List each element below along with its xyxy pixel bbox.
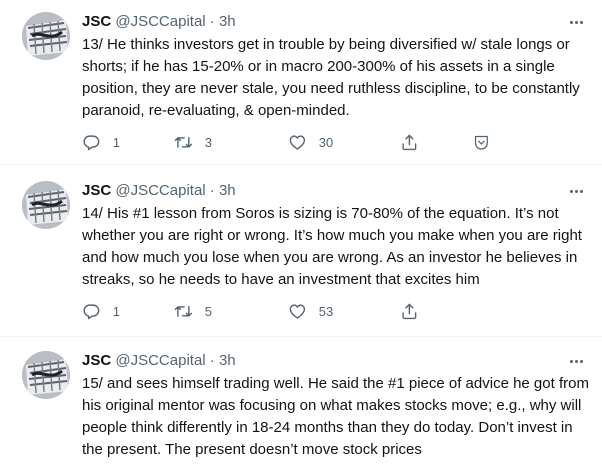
like-button[interactable]: 53 (288, 301, 333, 321)
timestamp[interactable]: 3h (219, 352, 236, 369)
share-button[interactable] (400, 132, 419, 152)
more-icon[interactable] (564, 181, 588, 201)
reply-button[interactable]: 1 (82, 132, 120, 152)
tweet-actions: 1 3 30 (82, 132, 502, 152)
like-icon (289, 304, 306, 319)
tweet-14[interactable]: JSC @JSCCapital · 3h 14/ His #1 lesson f… (0, 181, 602, 331)
reply-count: 1 (112, 134, 120, 150)
like-count: 53 (318, 303, 334, 319)
tweet-actions: 1 5 53 (82, 301, 502, 321)
share-icon (402, 134, 417, 150)
tweet-text: 13/ He thinks investors get in trouble b… (82, 36, 580, 119)
avatar[interactable] (22, 12, 70, 60)
like-icon (289, 135, 306, 150)
tweet-header: JSC @JSCCapital · 3h (82, 181, 562, 201)
retweet-icon (174, 136, 193, 148)
more-icon[interactable] (564, 12, 588, 32)
avatar[interactable] (22, 181, 70, 229)
avatar[interactable] (22, 351, 70, 399)
header-separator: · (209, 352, 215, 369)
tweet-header: JSC @JSCCapital · 3h (82, 351, 562, 371)
author-name[interactable]: JSC (82, 182, 111, 199)
timestamp[interactable]: 3h (219, 182, 236, 199)
timestamp[interactable]: 3h (219, 13, 236, 30)
share-button[interactable] (400, 301, 419, 321)
retweet-count: 3 (204, 134, 212, 150)
reply-icon (83, 135, 100, 150)
more-icon[interactable] (564, 351, 588, 371)
author-name[interactable]: JSC (82, 352, 111, 369)
tip-button[interactable] (472, 132, 491, 152)
tip-icon (474, 135, 488, 150)
author-handle[interactable]: @JSCCapital (115, 352, 205, 369)
tweet-text: 14/ His #1 lesson from Soros is sizing i… (82, 205, 582, 288)
retweet-button[interactable]: 5 (174, 301, 212, 321)
reply-button[interactable]: 1 (82, 301, 120, 321)
like-button[interactable]: 30 (288, 132, 333, 152)
reply-icon (83, 304, 100, 319)
retweet-icon (174, 305, 193, 317)
retweet-button[interactable]: 3 (174, 132, 212, 152)
tweet-text: 15/ and sees himself trading well. He sa… (82, 375, 589, 458)
tweet-divider (0, 164, 602, 165)
share-icon (402, 303, 417, 319)
header-separator: · (209, 13, 215, 30)
tweet-13[interactable]: JSC @JSCCapital · 3h 13/ He thinks inves… (0, 12, 602, 162)
like-count: 30 (318, 134, 334, 150)
tweet-15[interactable]: JSC @JSCCapital · 3h 15/ and sees himsel… (0, 351, 602, 466)
author-name[interactable]: JSC (82, 13, 111, 30)
tweet-header: JSC @JSCCapital · 3h (82, 12, 562, 32)
timeline-feed: JSC @JSCCapital · 3h 13/ He thinks inves… (0, 0, 602, 466)
author-handle[interactable]: @JSCCapital (115, 182, 205, 199)
author-handle[interactable]: @JSCCapital (115, 13, 205, 30)
tweet-divider (0, 336, 602, 337)
reply-count: 1 (112, 303, 120, 319)
retweet-count: 5 (204, 303, 212, 319)
header-separator: · (209, 182, 215, 199)
